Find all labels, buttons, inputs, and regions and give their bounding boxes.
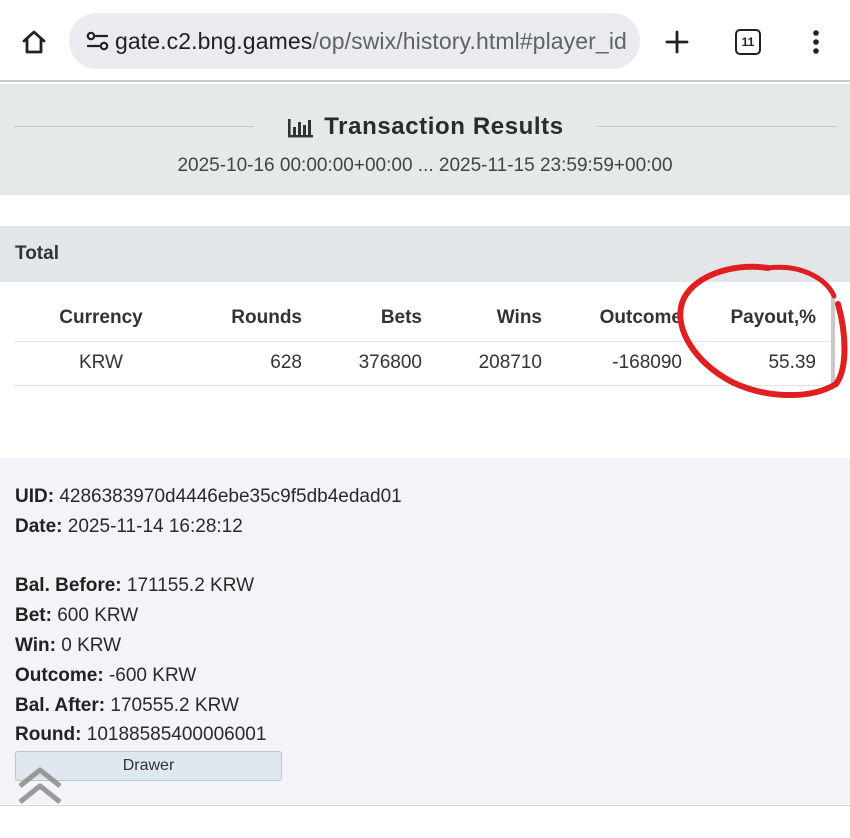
- bet-value: 600 KRW: [57, 605, 139, 626]
- outcome-label: Outcome:: [15, 665, 104, 686]
- date-range: 2025-10-16 00:00:00+00:00 ... 2025-11-15…: [177, 155, 673, 176]
- title-row: Transaction Results: [0, 108, 850, 146]
- new-tab-button[interactable]: [657, 22, 697, 62]
- site-settings-button[interactable]: [69, 13, 113, 69]
- bal-before-label: Bal. Before:: [15, 575, 122, 596]
- win-label: Win:: [15, 635, 56, 656]
- detail-date: Date: 2025-11-14 16:28:12: [15, 516, 243, 538]
- section-divider: [0, 805, 850, 806]
- detail-outcome: Outcome: -600 KRW: [15, 665, 196, 687]
- column-header-rounds[interactable]: Rounds: [188, 296, 316, 342]
- column-header-wins[interactable]: Wins: [436, 296, 556, 342]
- tune-icon: [86, 31, 109, 51]
- bal-before-value: 171155.2 KRW: [126, 575, 255, 596]
- double-chevron-up-icon[interactable]: [14, 764, 66, 806]
- outcome-value: -600 KRW: [108, 665, 197, 686]
- red-circle-annotation: [677, 263, 848, 399]
- address-bar[interactable]: gate.c2.bng.games/op/swix/history.html#p…: [69, 13, 640, 69]
- url-host: gate.c2.bng.games: [115, 27, 313, 54]
- cell-bets: 376800: [316, 341, 436, 386]
- win-value: 0 KRW: [61, 635, 122, 656]
- home-icon: [22, 30, 46, 54]
- more-vert-icon: [813, 30, 819, 54]
- round-label: Round:: [15, 724, 82, 745]
- bal-after-label: Bal. After:: [15, 695, 106, 716]
- tab-switcher-button[interactable]: 11: [730, 24, 766, 60]
- tab-switcher-icon: 11: [735, 29, 761, 55]
- plus-icon: [665, 30, 689, 54]
- date-label: Date:: [15, 516, 63, 537]
- detail-bet: Bet: 600 KRW: [15, 605, 138, 627]
- cell-wins: 208710: [436, 341, 556, 386]
- bal-after-value: 170555.2 KRW: [110, 695, 239, 716]
- transaction-detail: UID: 4286383970d4446ebe35c9f5db4edad01 D…: [0, 458, 850, 804]
- page-title: Transaction Results: [324, 113, 564, 140]
- detail-uid: UID: 4286383970d4446ebe35c9f5db4edad01: [15, 486, 402, 508]
- total-label: Total: [15, 243, 59, 264]
- tab-count: 11: [741, 35, 755, 49]
- cell-rounds: 628: [188, 341, 316, 386]
- browser-toolbar: gate.c2.bng.games/op/swix/history.html#p…: [0, 0, 850, 82]
- cell-currency: KRW: [14, 341, 188, 386]
- bet-label: Bet:: [15, 605, 52, 626]
- detail-bal-before: Bal. Before: 171155.2 KRW: [15, 575, 254, 597]
- column-header-bets[interactable]: Bets: [316, 296, 436, 342]
- detail-win: Win: 0 KRW: [15, 635, 121, 657]
- uid-value: 4286383970d4446ebe35c9f5db4edad01: [59, 486, 402, 507]
- date-value: 2025-11-14 16:28:12: [67, 516, 243, 537]
- column-header-currency[interactable]: Currency: [14, 296, 188, 342]
- home-button[interactable]: [14, 22, 54, 62]
- uid-label: UID:: [15, 486, 55, 507]
- results-header: Transaction Results 2025-10-16 00:00:00+…: [0, 84, 850, 195]
- url-text[interactable]: gate.c2.bng.games/op/swix/history.html#p…: [113, 28, 627, 55]
- detail-bal-after: Bal. After: 170555.2 KRW: [15, 695, 239, 717]
- url-path: /op/swix/history.html#player_id: [312, 27, 627, 54]
- round-value: 10188585400006001: [86, 724, 267, 745]
- detail-round: Round: 10188585400006001: [15, 724, 266, 746]
- browser-menu-button[interactable]: [800, 22, 832, 62]
- bar-chart-icon: [288, 119, 314, 138]
